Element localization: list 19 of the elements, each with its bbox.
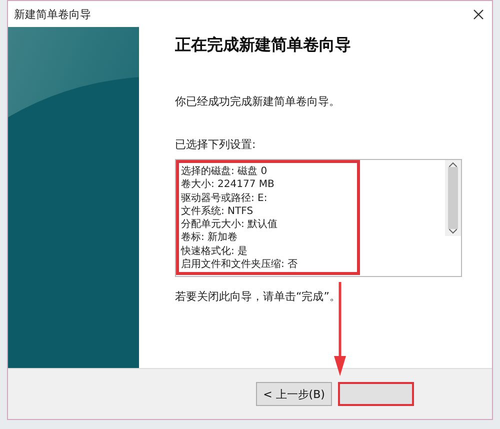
- back-button[interactable]: < 上一步(B): [256, 382, 332, 406]
- scroll-up-icon[interactable]: [449, 162, 457, 167]
- scroll-down-icon[interactable]: [449, 229, 457, 234]
- setting-line: 选择的磁盘: 磁盘 0: [181, 165, 268, 178]
- setting-line: 卷大小: 224177 MB: [181, 178, 276, 192]
- scrollbar[interactable]: [445, 160, 461, 236]
- close-hint: 若要关闭此向导，请单击“完成”。: [175, 289, 342, 304]
- settings-label: 已选择下列设置:: [175, 137, 257, 152]
- setting-line: 卷标: 新加卷: [181, 231, 239, 245]
- wizard-heading: 正在完成新建简单卷向导: [175, 35, 352, 56]
- window-title: 新建简单卷向导: [14, 6, 91, 22]
- close-icon[interactable]: [473, 8, 484, 20]
- finish-button[interactable]: [338, 382, 414, 406]
- setting-line: 快速格式化: 是: [181, 244, 249, 258]
- setting-line: 启用文件和文件夹压缩: 否: [181, 258, 299, 272]
- setting-line: 文件系统: NTFS: [181, 204, 254, 218]
- setting-line: 分配单元大小: 默认值: [181, 218, 279, 232]
- intro-text: 你已经成功完成新建简单卷向导。: [175, 94, 341, 109]
- setting-line: 驱动器号或路径: E:: [181, 192, 268, 205]
